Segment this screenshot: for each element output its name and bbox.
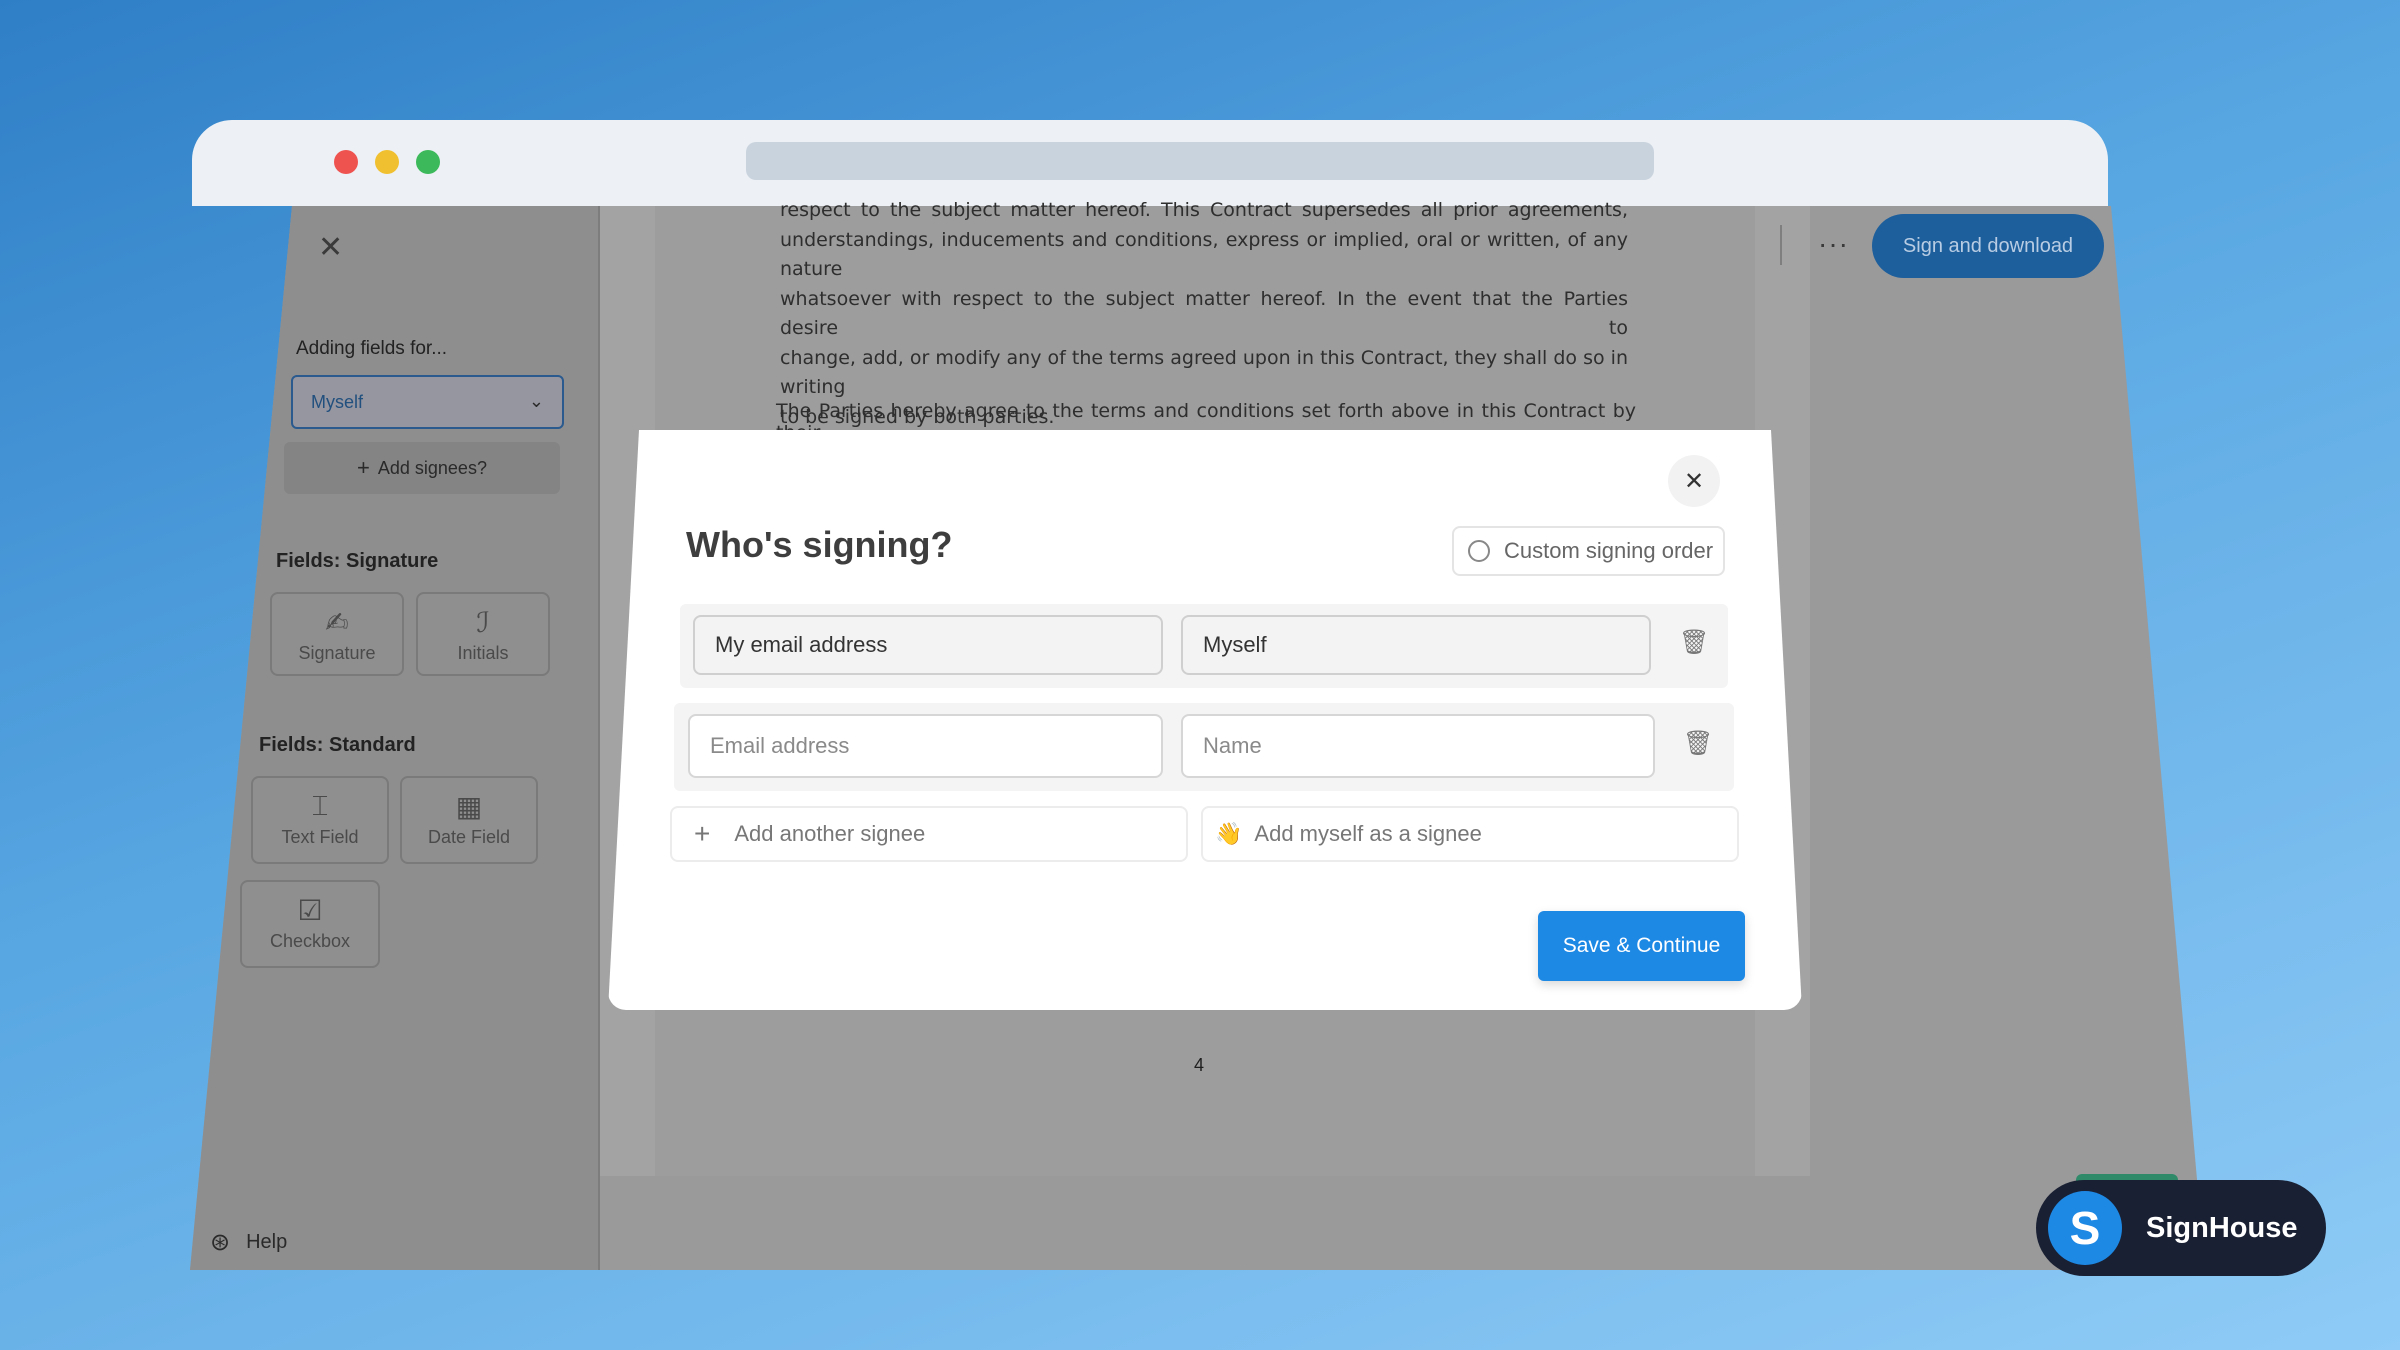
window-maximize-dot[interactable] — [416, 150, 440, 174]
signee-email-field[interactable]: Email address — [688, 714, 1163, 778]
brand-name: SignHouse — [2146, 1211, 2298, 1244]
modal-close-button[interactable]: ✕ — [1668, 455, 1720, 507]
chevron-down-icon: ⌄ — [528, 391, 544, 411]
lifebuoy-icon: ⊛ — [210, 1229, 231, 1256]
initials-field-label: Initials — [457, 643, 509, 663]
document-line: whatsoever with respect to the subject m… — [780, 287, 1628, 340]
signee-email-field[interactable]: My email address — [693, 615, 1163, 675]
add-signees-button[interactable]: + Add signees? — [284, 442, 560, 494]
add-signees-label: Add signees? — [377, 457, 487, 478]
checkbox-field-label: Checkbox — [269, 931, 351, 951]
signee-select[interactable]: Myself ⌄ — [291, 375, 564, 429]
custom-signing-order-label: Custom signing order — [1504, 538, 1714, 563]
plus-icon: + — [694, 818, 711, 849]
date-field-label: Date Field — [427, 827, 511, 847]
save-continue-button[interactable]: Save & Continue — [1538, 911, 1745, 981]
window-minimize-dot[interactable] — [375, 150, 399, 174]
add-myself-label: Add myself as a signee — [1254, 821, 1482, 846]
initials-field-tile[interactable]: ℐ Initials — [416, 592, 550, 676]
close-icon[interactable]: ✕ — [318, 230, 343, 265]
checkbox-icon: ☑ — [297, 895, 323, 926]
checkbox-field-tile[interactable]: ☑ Checkbox — [240, 880, 380, 968]
adding-fields-label: Adding fields for... — [296, 338, 448, 359]
add-another-signee-button[interactable]: + Add another signee — [670, 806, 1188, 862]
close-icon: ✕ — [1683, 467, 1705, 495]
add-myself-button[interactable]: 👋 Add myself as a signee — [1201, 806, 1739, 862]
date-field-tile[interactable]: ▦ Date Field — [400, 776, 538, 864]
trash-icon[interactable]: 🗑 — [1679, 628, 1709, 657]
help-link[interactable]: ⊛ Help — [210, 1228, 287, 1257]
text-field-icon: ⌶ — [311, 790, 329, 821]
trash-icon[interactable]: 🗑 — [1683, 729, 1713, 758]
modal-title: Who's signing? — [686, 524, 953, 565]
signature-field-label: Signature — [298, 643, 376, 663]
window-close-dot[interactable] — [334, 150, 358, 174]
toolbar-divider — [1780, 225, 1782, 265]
document-line: understandings, inducements and conditio… — [780, 228, 1628, 281]
signhouse-logo: S — [2048, 1191, 2122, 1265]
sign-and-download-button[interactable]: Sign and download — [1872, 214, 2104, 278]
signee-name-field[interactable]: Myself — [1181, 615, 1651, 675]
text-field-tile[interactable]: ⌶ Text Field — [251, 776, 389, 864]
calendar-icon: ▦ — [455, 791, 483, 822]
page-number: 4 — [1194, 1055, 1205, 1075]
signature-field-tile[interactable]: ✍ Signature — [270, 592, 404, 676]
help-label: Help — [246, 1231, 288, 1253]
brand-badge: S SignHouse — [2036, 1180, 2326, 1276]
document-line: change, add, or modify any of the terms … — [780, 346, 1628, 399]
plus-icon: + — [357, 455, 370, 480]
address-bar[interactable] — [746, 142, 1654, 180]
text-field-label: Text Field — [281, 827, 359, 847]
signature-section-title: Fields: Signature — [276, 550, 439, 572]
document-line: respect to the subject matter hereof. Th… — [780, 199, 1628, 221]
signature-icon: ✍ — [325, 607, 349, 638]
signee-name-field[interactable]: Name — [1181, 714, 1655, 778]
document-text: respect to the subject matter hereof. Th… — [780, 196, 1628, 432]
add-another-signee-label: Add another signee — [734, 821, 926, 846]
standard-section-title: Fields: Standard — [259, 734, 416, 756]
waving-hand-icon: 👋 — [1215, 821, 1243, 846]
radio-icon — [1468, 540, 1490, 562]
initials-icon: ℐ — [476, 607, 490, 638]
signee-select-value: Myself — [311, 391, 364, 412]
more-options-icon[interactable]: ··· — [1818, 228, 1849, 260]
custom-signing-order-toggle[interactable]: Custom signing order — [1452, 526, 1725, 576]
